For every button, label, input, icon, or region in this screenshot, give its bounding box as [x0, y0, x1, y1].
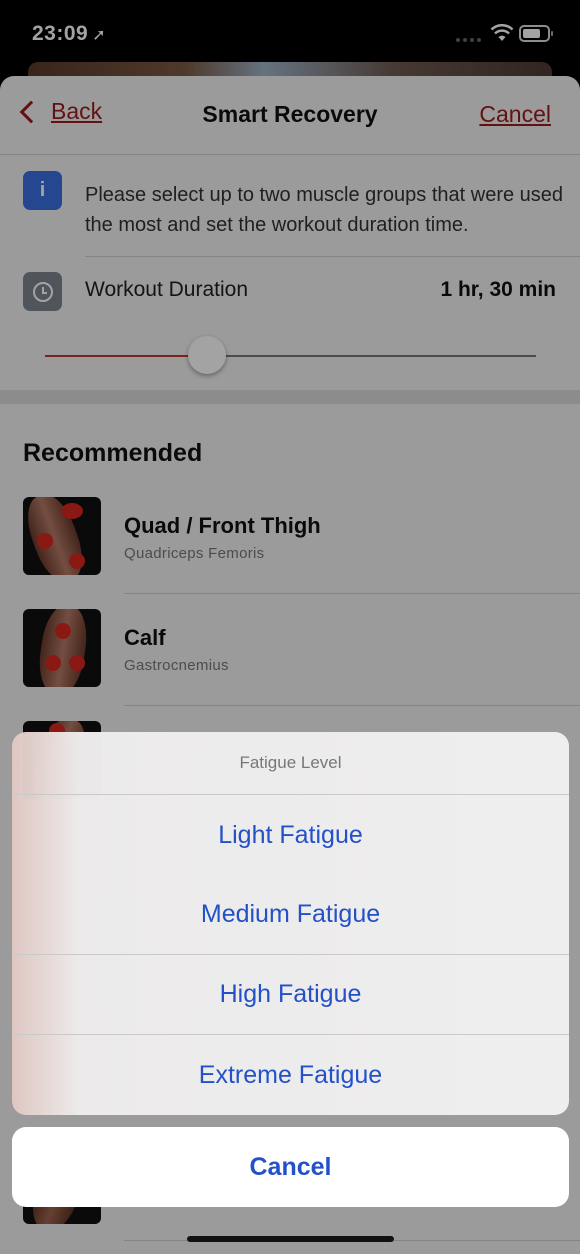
- option-high-fatigue[interactable]: High Fatigue: [12, 955, 569, 1035]
- action-sheet-cancel-button[interactable]: Cancel: [12, 1127, 569, 1207]
- action-sheet-title: Fatigue Level: [12, 732, 569, 795]
- home-indicator[interactable]: [187, 1236, 394, 1242]
- option-extreme-fatigue[interactable]: Extreme Fatigue: [12, 1035, 569, 1115]
- option-light-fatigue[interactable]: Light Fatigue: [12, 795, 569, 875]
- option-medium-fatigue[interactable]: Medium Fatigue: [12, 875, 569, 955]
- fatigue-level-action-sheet: Fatigue Level Light Fatigue Medium Fatig…: [12, 732, 569, 1115]
